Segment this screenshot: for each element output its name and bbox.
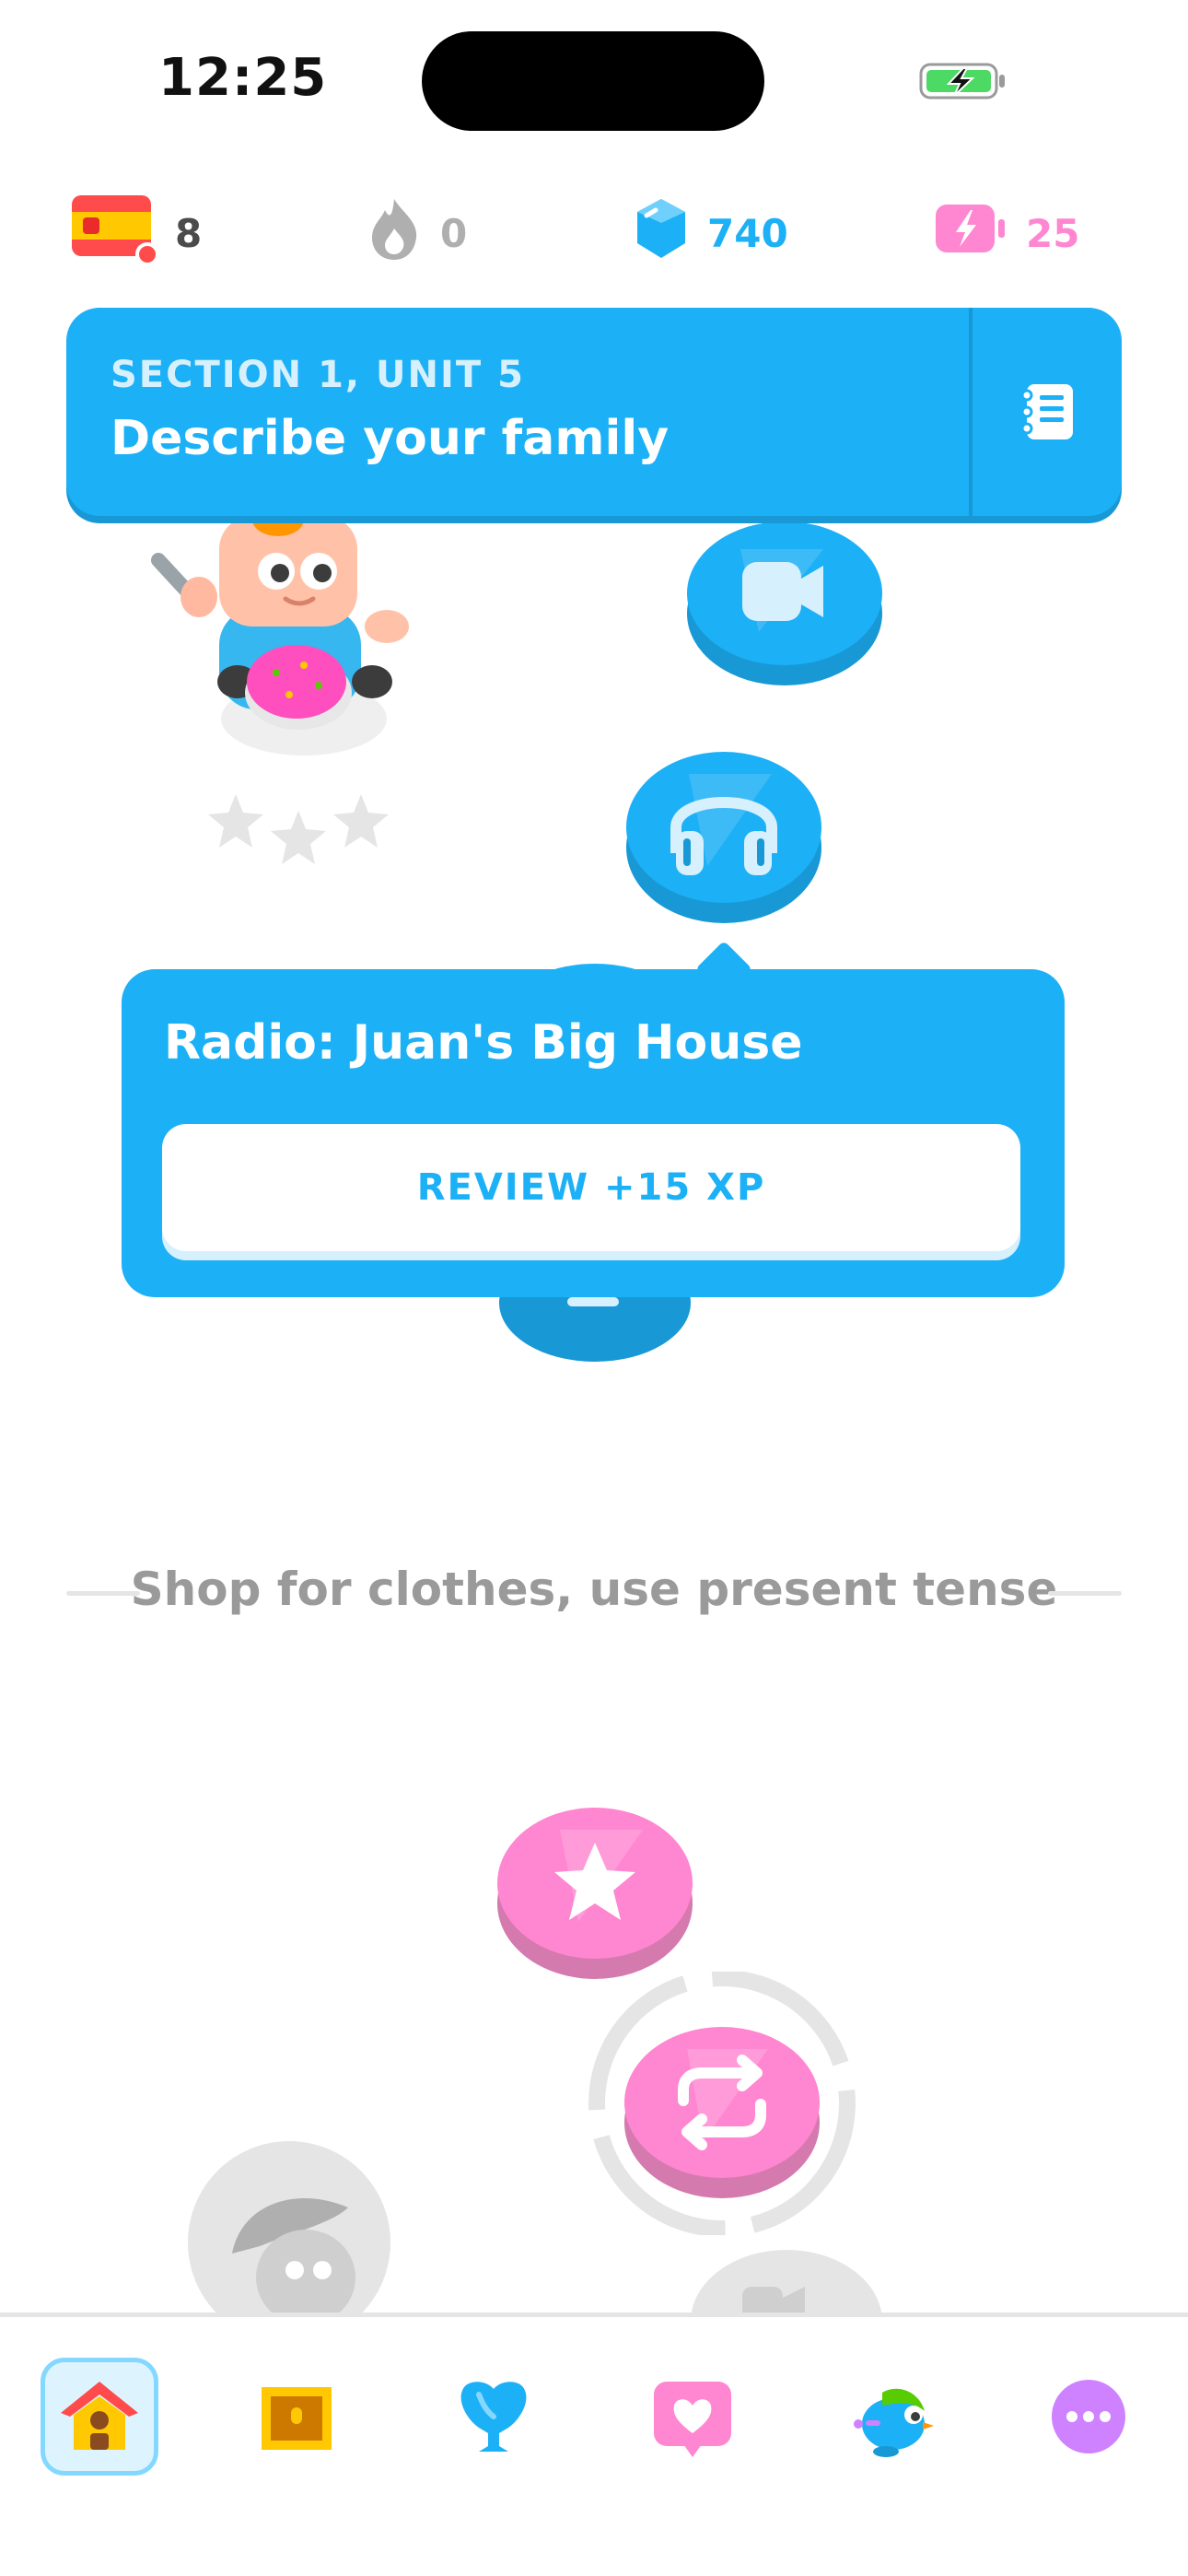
next-unit-title: Shop for clothes, use present tense — [130, 1563, 1058, 1616]
gem-icon — [634, 195, 689, 271]
review-button[interactable]: REVIEW +15 XP — [162, 1124, 1020, 1251]
path-node-practice[interactable] — [584, 1970, 860, 2237]
lesson-stars — [206, 790, 390, 866]
league-shield-icon — [460, 2382, 527, 2452]
flame-icon — [367, 195, 422, 271]
star-empty-icon — [333, 794, 389, 848]
energy-count: 25 — [1026, 210, 1080, 256]
lesson-popover: Radio: Juan's Big House REVIEW +15 XP — [122, 969, 1065, 1297]
divider-line-right — [1048, 1591, 1122, 1596]
video-camera-icon — [742, 2287, 783, 2314]
star-empty-icon — [271, 811, 326, 864]
dynamic-island — [422, 31, 764, 131]
course-selector[interactable]: 8 — [70, 195, 203, 267]
status-time: 12:25 — [158, 48, 328, 108]
path-node-video[interactable] — [685, 512, 884, 687]
tab-characters[interactable] — [833, 2358, 950, 2476]
path-node-character-locked[interactable] — [186, 2139, 392, 2314]
treasure-chest-icon — [262, 2387, 332, 2450]
streak-count: 0 — [440, 210, 468, 256]
bottom-nav — [0, 2317, 1188, 2576]
home-icon — [61, 2382, 138, 2450]
unit-banner[interactable]: SECTION 1, UNIT 5 Describe your family — [66, 308, 1122, 516]
duo-bird-icon — [854, 2388, 934, 2457]
path-node-locked[interactable] — [689, 2248, 884, 2314]
path-node-audio[interactable] — [624, 743, 823, 927]
path-node-star[interactable] — [495, 1798, 694, 1983]
tab-more[interactable] — [1030, 2358, 1147, 2476]
course-count: 8 — [175, 210, 203, 256]
tab-social[interactable] — [634, 2358, 751, 2476]
energy-battery-icon — [934, 199, 1007, 267]
tab-chest[interactable] — [238, 2358, 355, 2476]
unit-title: Describe your family — [111, 411, 670, 466]
character-illustration — [138, 498, 451, 774]
star-empty-icon — [208, 794, 263, 848]
guidebook-button[interactable] — [973, 308, 1122, 516]
battery-charging-icon — [919, 61, 1007, 101]
heart-chat-icon — [654, 2382, 731, 2457]
spain-flag-icon — [70, 192, 159, 275]
guidebook-icon — [1020, 384, 1073, 439]
lesson-title: Radio: Juan's Big House — [164, 1015, 803, 1071]
section-label: SECTION 1, UNIT 5 — [111, 354, 525, 396]
streak-counter[interactable]: 0 — [367, 199, 467, 267]
tab-leagues[interactable] — [435, 2358, 553, 2476]
more-icon — [1052, 2380, 1125, 2453]
tab-home[interactable] — [41, 2358, 158, 2476]
energy-counter[interactable]: 25 — [934, 199, 1079, 267]
gems-count: 740 — [707, 210, 788, 256]
gems-counter[interactable]: 740 — [634, 199, 788, 267]
